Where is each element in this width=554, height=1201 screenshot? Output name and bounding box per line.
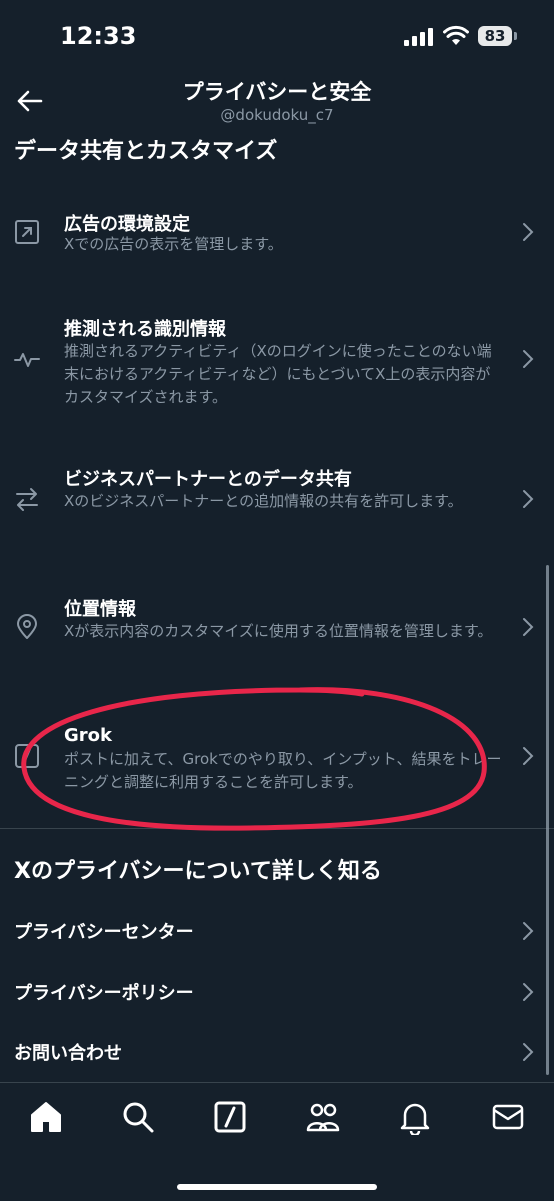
link-label: プライバシーセンター — [14, 922, 194, 943]
chevron-right-icon — [523, 618, 534, 636]
account-handle: @dokudoku_c7 — [220, 106, 334, 124]
communities-icon[interactable] — [305, 1099, 341, 1135]
link-privacy-policy[interactable]: プライバシーポリシー — [0, 962, 554, 1022]
setting-item-description: Xでの広告の表示を管理します。 — [64, 235, 283, 253]
section-divider — [0, 828, 554, 829]
chevron-right-icon — [523, 350, 534, 368]
setting-item-title: Grok — [64, 725, 112, 746]
setting-item-description: ポストに加えて、Grokでのやり取り、インプット、結果をトレーニングと調整に利用… — [64, 750, 502, 791]
bell-icon[interactable] — [397, 1099, 433, 1135]
battery-tip — [514, 32, 517, 40]
setting-item-business-data-sharing[interactable]: ビジネスパートナーとのデータ共有 Xのビジネスパートナーとの追加情報の共有を許可… — [0, 450, 554, 550]
chevron-right-icon — [523, 922, 534, 940]
chevron-right-icon — [523, 747, 534, 765]
setting-item-ad-preferences[interactable]: 広告の環境設定 Xでの広告の表示を管理します。 — [0, 195, 554, 275]
chevron-right-icon — [523, 223, 534, 241]
chevron-right-icon — [523, 490, 534, 508]
setting-item-description: Xのビジネスパートナーとの追加情報の共有を許可します。 — [64, 492, 463, 510]
grok-icon — [15, 744, 39, 768]
home-indicator — [177, 1184, 377, 1190]
status-bar: 12:33 83 — [0, 0, 554, 70]
scrollbar-thumb[interactable] — [546, 565, 549, 1075]
battery-indicator: 83 — [478, 26, 512, 46]
setting-item-title: 推測される識別情報 — [64, 319, 226, 340]
chevron-right-icon — [523, 983, 534, 1001]
search-icon[interactable] — [120, 1099, 156, 1135]
setting-item-grok[interactable]: Grok ポストに加えて、Grokでのやり取り、インプット、結果をトレーニングと… — [0, 710, 554, 810]
link-contact[interactable]: お問い合わせ — [0, 1022, 554, 1082]
link-privacy-center[interactable]: プライバシーセンター — [0, 901, 554, 961]
page-title: プライバシーと安全 — [182, 80, 372, 104]
setting-item-description: Xが表示内容のカスタマイズに使用する位置情報を管理します。 — [64, 622, 493, 640]
link-label: プライバシーポリシー — [14, 983, 194, 1004]
signal-icon — [404, 28, 433, 46]
setting-item-location[interactable]: 位置情報 Xが表示内容のカスタマイズに使用する位置情報を管理します。 — [0, 580, 554, 675]
setting-item-title: ビジネスパートナーとのデータ共有 — [64, 469, 352, 490]
setting-item-description: 推測されるアクティビティ（Xのログインに使ったことのない端末におけるアクティビテ… — [64, 342, 492, 406]
external-arrow-icon — [15, 220, 39, 244]
activity-icon — [14, 353, 40, 367]
status-time: 12:33 — [60, 22, 137, 50]
location-pin-icon — [17, 614, 37, 639]
link-label: お問い合わせ — [14, 1043, 122, 1064]
wifi-icon — [443, 25, 469, 45]
setting-item-inferred-identity[interactable]: 推測される識別情報 推測されるアクティビティ（Xのログインに使ったことのない端末… — [0, 300, 554, 420]
swap-arrows-icon — [16, 488, 38, 511]
mail-icon[interactable] — [490, 1099, 526, 1135]
section-title-learn-more: Xのプライバシーについて詳しく知る — [14, 859, 382, 884]
setting-item-title: 位置情報 — [64, 599, 136, 620]
section-title-data-sharing: データ共有とカスタマイズ — [14, 139, 278, 164]
chevron-right-icon — [523, 1043, 534, 1061]
home-icon[interactable] — [28, 1099, 64, 1135]
page-header: プライバシーと安全 @dokudoku_c7 — [0, 70, 554, 130]
grok-icon[interactable] — [212, 1099, 248, 1135]
